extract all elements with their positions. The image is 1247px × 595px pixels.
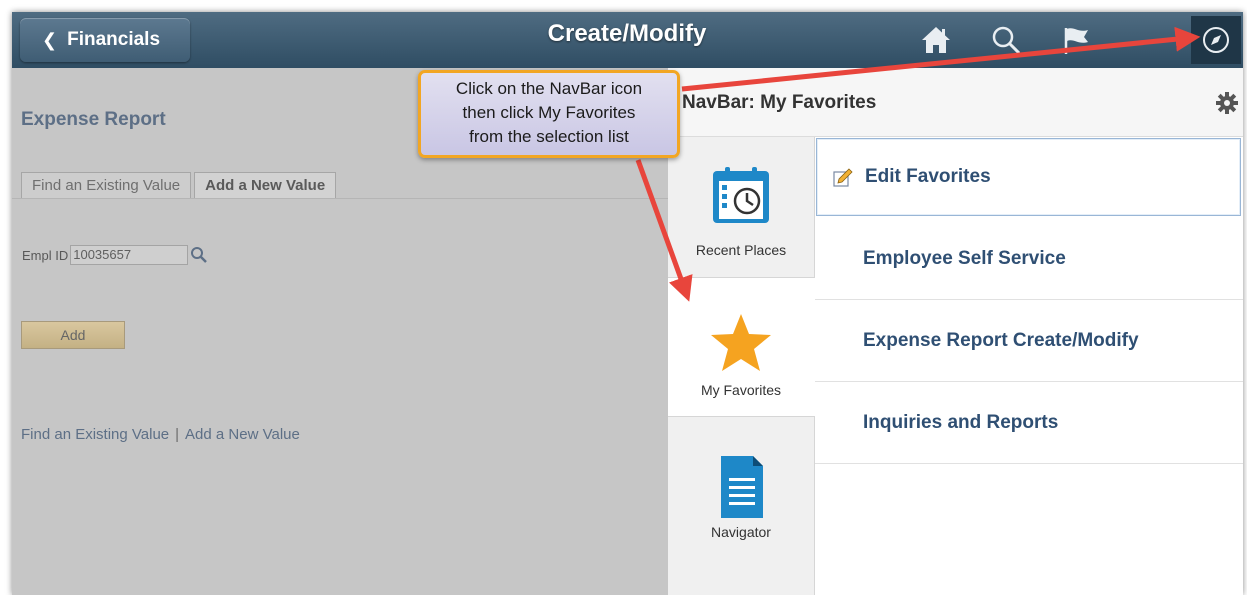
navbar-button[interactable] xyxy=(1191,16,1241,64)
link-add-new-value[interactable]: Add a New Value xyxy=(185,426,300,443)
tab-add-new-value[interactable]: Add a New Value xyxy=(194,172,337,198)
page-title: Expense Report xyxy=(21,109,166,130)
tile-label-recent-places: Recent Places xyxy=(695,242,787,258)
navbar-panel-title: NavBar: My Favorites xyxy=(682,92,877,113)
tile-recent-places[interactable]: Recent Places xyxy=(668,137,814,277)
calendar-clock-icon xyxy=(713,167,769,223)
back-button-label: Financials xyxy=(67,29,161,50)
callout-line: then click My Favorites xyxy=(462,103,636,122)
chevron-left-icon: ❮ xyxy=(42,29,58,50)
callout-line: Click on the NavBar icon xyxy=(455,79,643,98)
page-tabs: Find an Existing Value Add a New Value xyxy=(21,172,337,198)
edit-pencil-icon xyxy=(833,168,853,187)
tab-divider xyxy=(12,198,668,199)
add-button[interactable]: Add xyxy=(21,321,125,349)
navbar-panel-header: NavBar: My Favorites xyxy=(668,68,1243,137)
star-icon xyxy=(711,314,771,371)
page-header-title: Create/Modify xyxy=(547,20,707,47)
search-icon[interactable] xyxy=(988,22,1024,58)
favorite-employee-self-service[interactable]: Employee Self Service xyxy=(815,218,1243,300)
favorite-label: Edit Favorites xyxy=(865,166,991,187)
navbar-panel: NavBar: My Favorites Recent Places My Fa… xyxy=(668,68,1243,595)
back-button[interactable]: ❮ Financials xyxy=(20,18,190,62)
lookup-icon[interactable] xyxy=(190,246,208,264)
favorite-label: Inquiries and Reports xyxy=(863,411,1059,433)
favorite-edit-favorites[interactable]: Edit Favorites xyxy=(816,138,1241,216)
link-separator: | xyxy=(175,426,180,443)
favorite-label: Expense Report Create/Modify xyxy=(863,329,1139,351)
instruction-callout: Click on the NavBar icon then click My F… xyxy=(418,70,680,158)
favorite-label: Employee Self Service xyxy=(863,247,1066,269)
tab-find-existing-value[interactable]: Find an Existing Value xyxy=(21,172,192,198)
gear-icon[interactable] xyxy=(1216,92,1238,114)
bottom-links: Find an Existing Value | Add a New Value xyxy=(21,426,300,443)
empl-id-input[interactable] xyxy=(70,245,189,265)
tile-label-navigator: Navigator xyxy=(711,524,771,540)
callout-line: from the selection list xyxy=(469,127,629,146)
navbar-compass-icon xyxy=(1203,27,1229,53)
tile-my-favorites[interactable]: My Favorites xyxy=(668,277,815,417)
navbar-tiles: Recent Places My Favorites Navigator xyxy=(668,137,815,595)
header-bar: ❮ Financials Create/Modify xyxy=(12,12,1243,68)
link-find-existing-value[interactable]: Find an Existing Value xyxy=(21,426,169,443)
document-icon xyxy=(721,456,763,518)
tile-label-my-favorites: My Favorites xyxy=(700,382,782,398)
favorites-list: Edit Favorites Employee Self Service Exp… xyxy=(815,137,1243,464)
home-icon[interactable] xyxy=(918,22,954,58)
favorite-expense-report-create-modify[interactable]: Expense Report Create/Modify xyxy=(815,300,1243,382)
favorite-inquiries-and-reports[interactable]: Inquiries and Reports xyxy=(815,382,1243,464)
tile-navigator[interactable]: Navigator xyxy=(668,421,814,561)
empl-id-row: Empl ID xyxy=(22,245,208,265)
empl-id-label: Empl ID xyxy=(22,247,69,263)
flag-icon[interactable] xyxy=(1058,22,1094,58)
